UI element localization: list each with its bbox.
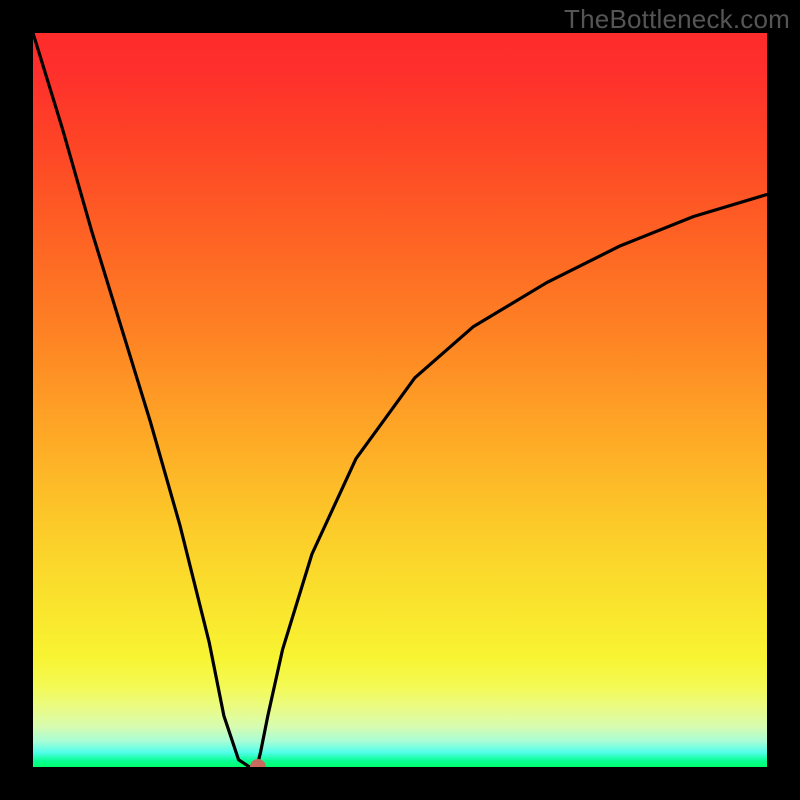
bottleneck-curve-path: [33, 33, 767, 767]
attribution-watermark: TheBottleneck.com: [564, 4, 790, 35]
bottleneck-curve-svg: [33, 33, 767, 767]
plot-area: [33, 33, 767, 767]
chart-frame: TheBottleneck.com: [0, 0, 800, 800]
